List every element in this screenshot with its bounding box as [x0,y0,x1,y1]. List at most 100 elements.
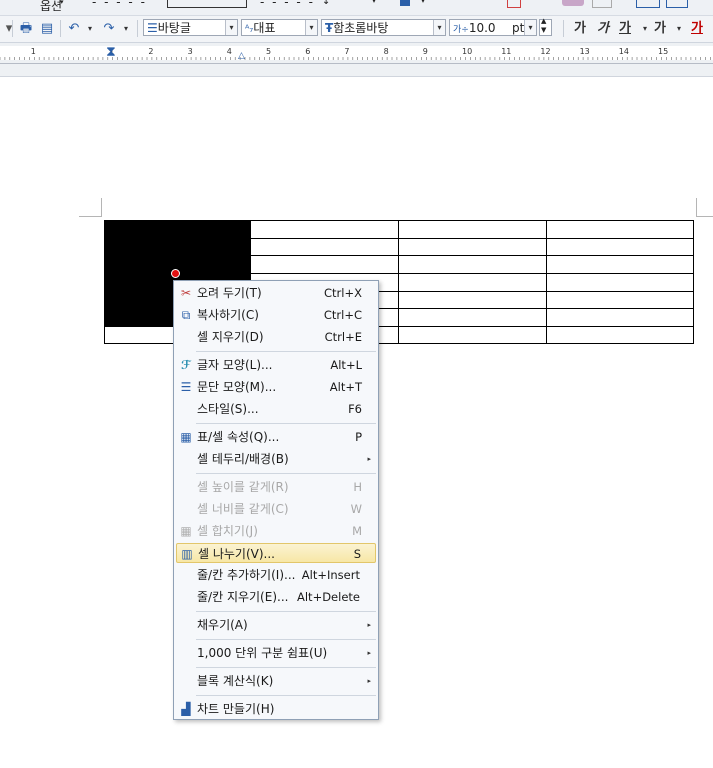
underline-dropdown-icon[interactable]: ▾ [636,20,654,37]
font-size-value: 10.0 [468,21,496,35]
print-icon[interactable]: 🖶 [17,20,35,37]
menu-item-paragraph-shape[interactable]: ☰ 문단 모양(M)... Alt+T [176,377,376,397]
style-select[interactable]: ☰바탕글 ▾ [143,19,238,36]
menu-item-shortcut: Alt+T [329,380,362,394]
menu-item-table-props[interactable]: ▦ 표/셀 속성(Q)... P [176,427,376,447]
arrow-down-icon[interactable]: ↓ [322,0,330,7]
font-color-button[interactable]: 가 [691,20,703,37]
table-grid-icon-2[interactable] [666,0,688,8]
menu-item-merge-cells[interactable]: ▦ 셀 합치기(J) M [176,521,376,541]
table-cell[interactable] [398,272,547,292]
table-cell[interactable] [250,237,399,257]
table-cell[interactable] [398,308,547,327]
dropdown-arrow-icon[interactable]: ▾ [372,0,376,5]
menu-item-thousands-separator[interactable]: 1,000 단위 구분 쉼표(U) ▸ [176,643,376,663]
menu-item-create-chart[interactable]: ▟ 차트 만들기(H) [176,699,376,719]
menu-item-insert-row-col[interactable]: 줄/칸 추가하기(I)... Alt+Insert [176,565,376,585]
menu-item-shortcut: W [350,502,362,516]
menu-separator [196,639,376,640]
menu-item-delete-cell[interactable]: 셀 지우기(D) Ctrl+E [176,327,376,347]
table-cell[interactable] [250,220,399,239]
table-insert-icon[interactable] [507,0,521,8]
menu-item-block-formula[interactable]: 블록 계산식(K) ▸ [176,671,376,691]
strikethrough-button[interactable]: 가 [654,20,666,37]
table-cell[interactable] [398,326,547,344]
italic-button[interactable]: 가 [597,20,609,37]
menu-item-cut[interactable]: ✂ 오려 두기(T) Ctrl+X [176,283,376,303]
menu-item-shortcut: H [353,480,362,494]
table-cell[interactable] [398,290,547,310]
table-cell[interactable] [250,255,399,274]
options-button[interactable]: 옵션 [40,0,62,14]
table-cell[interactable] [546,220,694,239]
border-style-preview[interactable] [167,0,247,8]
cell-icon[interactable] [592,0,612,8]
ruler-number: 12 [540,47,550,56]
ruler-number: 5 [266,47,271,56]
table-cell[interactable] [546,272,694,292]
table-grid-icon[interactable] [636,0,660,8]
menu-item-cell-border[interactable]: 셀 테두리/배경(B) ▸ [176,449,376,469]
chevron-down-icon[interactable]: ▾ [524,20,536,35]
separator [60,20,61,37]
chevron-down-icon[interactable]: ▾ [305,20,317,35]
redo-dropdown-icon[interactable]: ▾ [117,20,135,37]
chart-icon: ▟ [181,702,191,716]
menu-item-label: 셀 지우기(D) [197,330,264,344]
menu-item-label: 셀 합치기(J) [197,524,258,538]
menu-item-label: 셀 테두리/배경(B) [197,452,289,466]
table-cell[interactable] [546,237,694,257]
line-style-preview[interactable]: - - - - - [92,0,147,9]
table-cell[interactable] [398,220,547,239]
menu-item-label: 문단 모양(M)... [197,380,277,394]
table-cell[interactable] [398,237,547,257]
menu-item-shortcut: S [353,547,361,561]
menu-separator [196,473,376,474]
underline-button[interactable]: 가 [619,20,631,37]
font-size-spinner[interactable]: ▲ ▼ [539,17,552,36]
menu-item-char-shape[interactable]: ℱ 글자 모양(L)... Alt+L [176,355,376,375]
preview-icon[interactable]: ▤ [38,20,56,37]
horizontal-ruler[interactable]: 21123456789101112131415 ⧗ △ [0,43,713,64]
scissors-icon: ✂ [180,286,192,300]
line-style-preview-2[interactable]: - - - - - [260,0,315,9]
menu-item-fill[interactable]: 채우기(A) ▸ [176,615,376,635]
font-select[interactable]: Ŧ함초롬바탕 ▾ [321,19,446,36]
table-cell[interactable] [398,255,547,274]
tab-marker-icon[interactable]: △ [238,51,245,61]
redo-icon[interactable]: ↷ [100,20,118,37]
submenu-arrow-icon: ▸ [367,621,371,629]
chevron-down-icon[interactable]: ▾ [225,20,237,35]
menu-item-equal-height[interactable]: 셀 높이를 같게(R) H [176,477,376,497]
undo-dropdown-icon[interactable]: ▾ [81,20,99,37]
spin-up-icon[interactable]: ▲ [541,17,546,25]
font-size-field[interactable]: 가÷10.0 pt ▾ [449,19,537,36]
table-cell[interactable] [546,308,694,327]
dropdown-arrow-icon-left[interactable]: ▾ [0,20,18,37]
menu-item-label: 1,000 단위 구분 쉼표(U) [197,646,328,660]
menu-item-delete-row-col[interactable]: 줄/칸 지우기(E)... Alt+Delete [176,587,376,607]
table-cell[interactable] [546,255,694,274]
menu-item-split-cells[interactable]: ▥ 셀 나누기(V)... S [176,543,376,563]
eraser-icon[interactable] [562,0,584,6]
menu-item-label: 블록 계산식(K) [197,674,274,688]
strike-dropdown-icon[interactable]: ▾ [670,20,688,37]
dropdown-arrow-icon-2[interactable]: ▾ [421,0,425,5]
table-cell[interactable] [546,326,694,344]
table-cell[interactable] [546,290,694,310]
spin-down-icon[interactable]: ▼ [541,26,546,34]
menu-item-shortcut: Alt+L [330,358,362,372]
menu-item-copy[interactable]: ⧉ 복사하기(C) Ctrl+C [176,305,376,325]
bold-button[interactable]: 가 [574,20,586,37]
language-select[interactable]: ᴬ₇대표 ▾ [241,19,318,36]
menu-item-style[interactable]: 스타일(S)... F6 [176,399,376,419]
menu-item-equal-width[interactable]: 셀 너비를 같게(C) W [176,499,376,519]
style-value: 바탕글 [157,21,191,35]
chevron-down-icon[interactable]: ▾ [433,20,445,35]
indent-marker-icon[interactable]: ⧗ [106,45,116,59]
ruler-number: 9 [423,47,428,56]
options-dropdown-icon[interactable]: ▾ [60,0,64,6]
fill-color-icon[interactable] [400,0,410,6]
separator [12,20,13,37]
ruler-number: 8 [384,47,389,56]
